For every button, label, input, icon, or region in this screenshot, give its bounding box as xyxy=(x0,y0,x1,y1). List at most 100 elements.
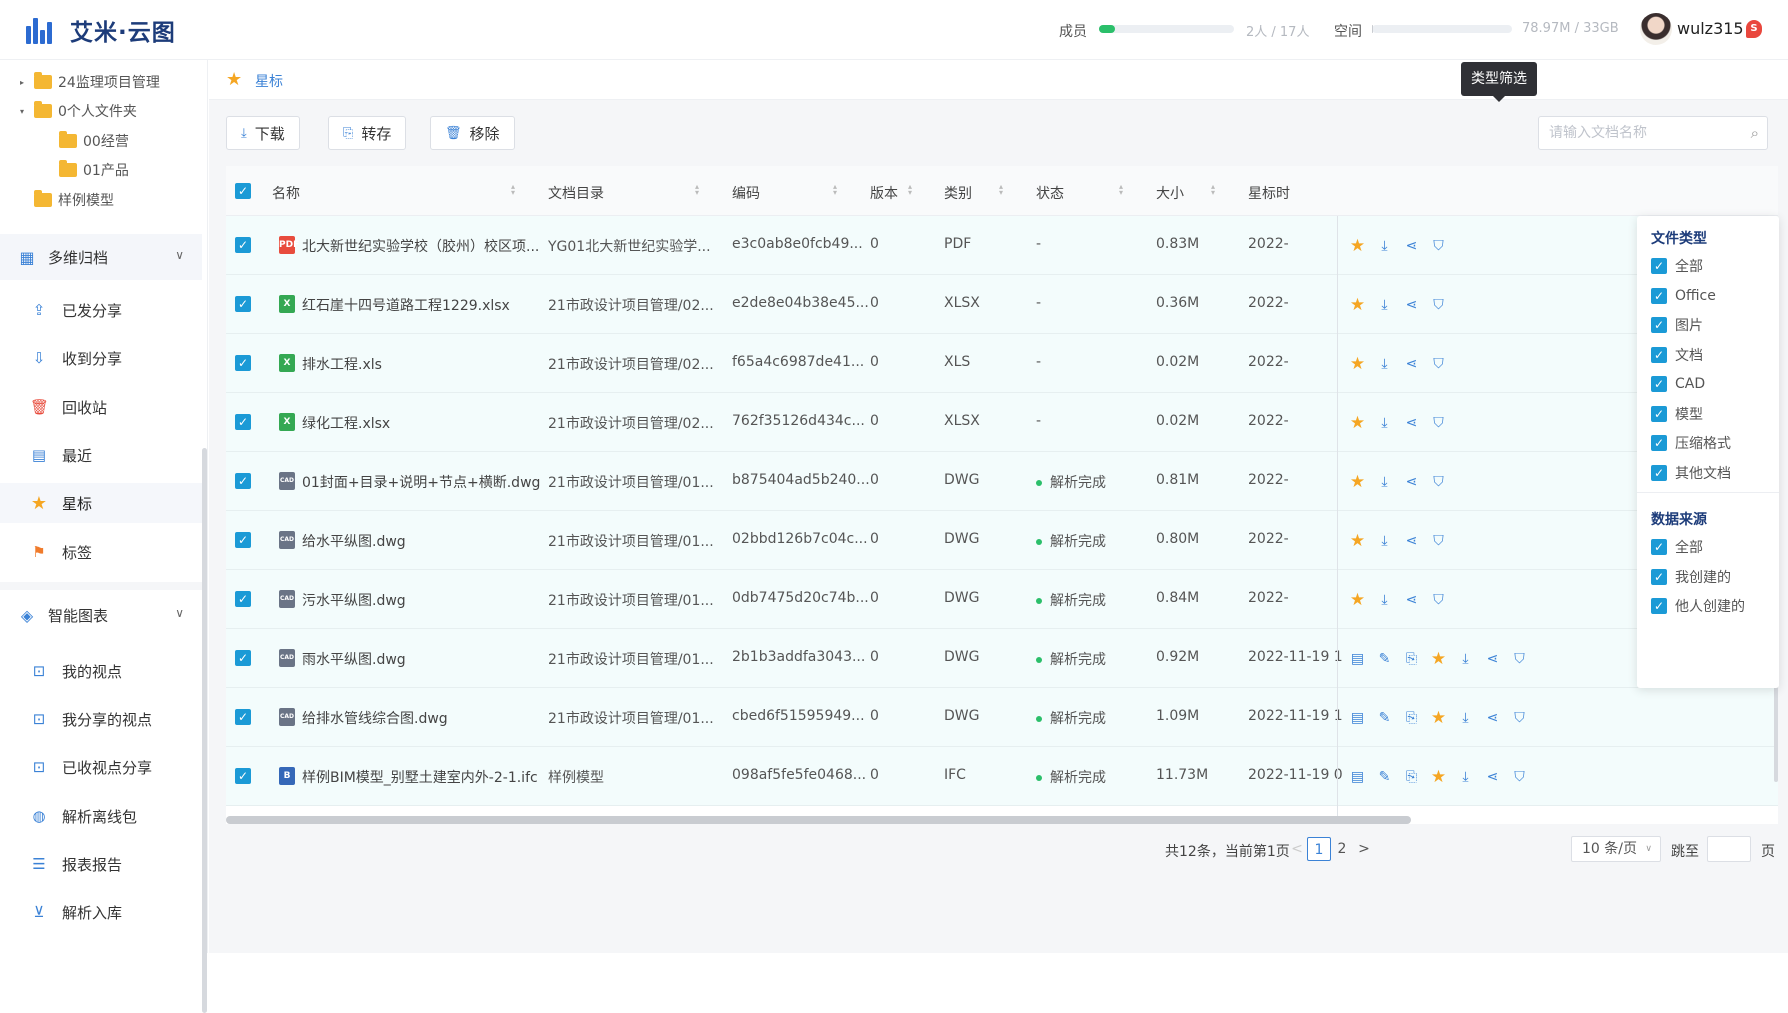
filter-option-file-type[interactable]: ✓ Office xyxy=(1651,287,1716,305)
file-name[interactable]: 给水平纵图.dwg xyxy=(302,531,406,551)
sort-icon[interactable]: ▴ ▾ xyxy=(831,183,839,197)
download-icon[interactable]: ⤓ xyxy=(1371,238,1398,254)
edit-icon[interactable]: ✎ xyxy=(1371,651,1398,667)
star-icon[interactable]: ★ xyxy=(1344,472,1371,492)
file-name[interactable]: 01封面+目录+说明+节点+横断.dwg xyxy=(302,472,540,492)
row-checkbox[interactable]: ✓ xyxy=(235,709,251,725)
shield-icon[interactable]: ⛉ xyxy=(1425,356,1452,372)
search-icon[interactable]: ⌕ xyxy=(1751,124,1759,142)
table-row[interactable]: ✓ B 样例BIM模型_别墅土建室内外-2-1.ifc 样例模型 098af5f… xyxy=(226,747,1778,806)
table-row[interactable]: ✓ CAD 给排水管线综合图.dwg 21市政设计项目管理/01... cbed… xyxy=(226,688,1778,747)
download-icon[interactable]: ⤓ xyxy=(1371,297,1398,313)
share-icon[interactable]: ⋖ xyxy=(1398,356,1425,372)
sort-icon[interactable]: ▴ ▾ xyxy=(906,183,914,197)
shield-icon[interactable]: ⛉ xyxy=(1425,533,1452,549)
username[interactable]: wulz315 xyxy=(1677,19,1744,38)
sort-icon[interactable]: ▴ ▾ xyxy=(997,183,1005,197)
share-icon[interactable]: ⋖ xyxy=(1398,297,1425,313)
share-icon[interactable]: ⋖ xyxy=(1398,592,1425,608)
chevron-down-icon[interactable]: ∨ xyxy=(175,248,184,262)
breadcrumb-label[interactable]: 星标 xyxy=(255,71,283,91)
tree-item[interactable]: 样例模型 xyxy=(20,190,114,210)
filter-option-file-type[interactable]: ✓ 模型 xyxy=(1651,405,1703,423)
star-icon[interactable]: ★ xyxy=(1425,649,1452,669)
view-icon[interactable]: ▤ xyxy=(1344,769,1371,785)
star-icon[interactable]: ★ xyxy=(1425,708,1452,728)
file-name[interactable]: 红石崖十四号道路工程1229.xlsx xyxy=(302,295,510,315)
star-icon[interactable]: ★ xyxy=(1344,413,1371,433)
table-row[interactable]: ✓ CAD 给水平纵图.dwg 21市政设计项目管理/01... 02bbd12… xyxy=(226,511,1778,570)
download-icon[interactable]: ⤓ xyxy=(1452,769,1479,785)
download-icon[interactable]: ⤓ xyxy=(1371,415,1398,431)
star-icon[interactable]: ★ xyxy=(1425,767,1452,787)
filter-option-file-type[interactable]: ✓ 压缩格式 xyxy=(1651,434,1731,452)
filter-option-file-type[interactable]: ✓ 图片 xyxy=(1651,316,1703,334)
edit-icon[interactable]: ✎ xyxy=(1371,769,1398,785)
row-checkbox[interactable]: ✓ xyxy=(235,237,251,253)
column-header-type[interactable]: 类别 xyxy=(944,183,972,203)
user-avatar[interactable] xyxy=(1640,13,1672,45)
table-row[interactable]: ✓ CAD 01封面+目录+说明+节点+横断.dwg 21市政设计项目管理/01… xyxy=(226,452,1778,511)
download-icon[interactable]: ⤓ xyxy=(1452,710,1479,726)
download-button[interactable]: ⤓ 下载 xyxy=(226,116,300,150)
filter-option-source[interactable]: ✓ 全部 xyxy=(1651,538,1703,556)
share-icon[interactable]: ⋖ xyxy=(1479,710,1506,726)
sidebar-item-recycle-bin[interactable]: 🗑 回收站 xyxy=(0,387,202,427)
file-name[interactable]: 排水工程.xls xyxy=(302,354,382,374)
row-checkbox[interactable]: ✓ xyxy=(235,473,251,489)
save-copy-icon[interactable]: ⎘ xyxy=(1398,769,1425,785)
table-row[interactable]: ✓ X 排水工程.xls 21市政设计项目管理/02... f65a4c6987… xyxy=(226,334,1778,393)
filter-checkbox[interactable]: ✓ xyxy=(1651,287,1667,304)
sidebar-scrollbar[interactable] xyxy=(202,448,207,1013)
row-checkbox[interactable]: ✓ xyxy=(235,532,251,548)
sidebar-item-received-viewpoints[interactable]: ⊡ 已收视点分享 xyxy=(0,747,202,787)
share-icon[interactable]: ⋖ xyxy=(1398,415,1425,431)
sidebar-item-starred[interactable]: ★ 星标 xyxy=(0,483,202,523)
search-input[interactable] xyxy=(1549,117,1739,149)
page-button-1[interactable]: 1 xyxy=(1307,837,1331,861)
table-row[interactable]: ✓ X 红石崖十四号道路工程1229.xlsx 21市政设计项目管理/02...… xyxy=(226,275,1778,334)
row-checkbox[interactable]: ✓ xyxy=(235,296,251,312)
file-name[interactable]: 雨水平纵图.dwg xyxy=(302,649,406,669)
file-name[interactable]: 绿化工程.xlsx xyxy=(302,413,390,433)
tree-item[interactable]: 01产品 xyxy=(45,160,129,180)
shield-icon[interactable]: ⛉ xyxy=(1425,415,1452,431)
next-page-button[interactable]: > xyxy=(1352,837,1376,861)
star-icon[interactable]: ★ xyxy=(1344,590,1371,610)
sidebar-item-sent-shares[interactable]: ⇪ 已发分享 xyxy=(0,290,202,330)
sidebar-item-shared-viewpoints[interactable]: ⊡ 我分享的视点 xyxy=(0,699,202,739)
prev-page-button[interactable]: < xyxy=(1285,837,1309,861)
page-size-select[interactable]: 10 条/页 ∨ xyxy=(1571,836,1661,862)
column-header-version[interactable]: 版本 xyxy=(870,183,898,203)
table-horizontal-scrollbar[interactable] xyxy=(226,816,1411,824)
sidebar-item-tags[interactable]: ⚑ 标签 xyxy=(0,532,202,572)
filter-checkbox[interactable]: ✓ xyxy=(1651,539,1667,555)
select-all-checkbox[interactable]: ✓ xyxy=(235,183,251,199)
file-name[interactable]: 污水平纵图.dwg xyxy=(302,590,406,610)
share-icon[interactable]: ⋖ xyxy=(1398,474,1425,490)
download-icon[interactable]: ⤓ xyxy=(1371,592,1398,608)
filter-checkbox[interactable]: ✓ xyxy=(1651,346,1667,363)
shield-icon[interactable]: ⛉ xyxy=(1425,297,1452,313)
filter-option-file-type[interactable]: ✓ 文档 xyxy=(1651,346,1703,364)
table-row[interactable]: ✓ X 绿化工程.xlsx 21市政设计项目管理/02... 762f35126… xyxy=(226,393,1778,452)
share-icon[interactable]: ⋖ xyxy=(1479,769,1506,785)
shield-icon[interactable]: ⛉ xyxy=(1425,474,1452,490)
filter-option-file-type[interactable]: ✓ CAD xyxy=(1651,375,1705,393)
column-header-starred-time[interactable]: 星标时 xyxy=(1248,183,1290,203)
shield-icon[interactable]: ⛉ xyxy=(1425,238,1452,254)
sidebar-item-import[interactable]: ⊻ 解析入库 xyxy=(0,892,202,932)
row-checkbox[interactable]: ✓ xyxy=(235,768,251,784)
filter-checkbox[interactable]: ✓ xyxy=(1651,317,1667,333)
share-icon[interactable]: ⋖ xyxy=(1398,238,1425,254)
star-icon[interactable]: ★ xyxy=(1344,236,1371,256)
chevron-down-icon[interactable]: ∨ xyxy=(175,606,184,620)
page-button-2[interactable]: 2 xyxy=(1330,837,1354,861)
column-header-directory[interactable]: 文档目录 xyxy=(548,183,604,203)
sidebar-item-recent[interactable]: ▤ 最近 xyxy=(0,435,202,475)
caret-right-icon[interactable]: ▸ xyxy=(20,78,30,87)
share-icon[interactable]: ⋖ xyxy=(1479,651,1506,667)
star-icon[interactable]: ★ xyxy=(1344,531,1371,551)
star-icon[interactable]: ★ xyxy=(1344,295,1371,315)
sort-icon[interactable]: ▴ ▾ xyxy=(1117,183,1125,197)
